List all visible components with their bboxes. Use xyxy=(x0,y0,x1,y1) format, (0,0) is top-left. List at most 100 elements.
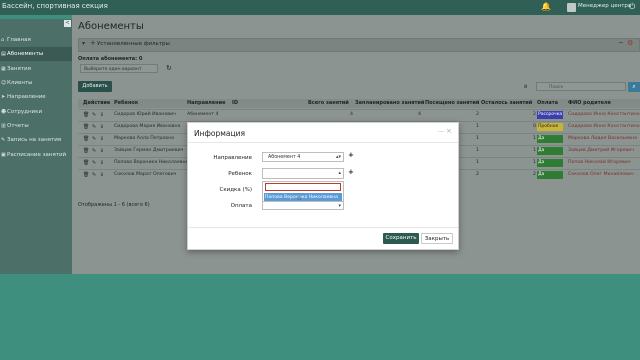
edit-icon[interactable]: ✎ xyxy=(92,124,96,130)
visited-cell: 1 xyxy=(476,136,479,141)
sidebar-item-6[interactable]: ☻ Сотрудники xyxy=(0,105,72,119)
save-button[interactable]: Сохранить xyxy=(383,233,419,244)
add-direction-icon[interactable]: + xyxy=(348,151,354,159)
column-header[interactable]: Осталось занятий xyxy=(481,99,532,108)
column-header[interactable]: Ребенок xyxy=(114,99,138,108)
child-name: Маркова Алла Петровна xyxy=(114,136,174,141)
child-dropdown: Попова Вероника Николаевна xyxy=(262,181,344,203)
column-header[interactable]: Посещено занятий xyxy=(425,99,479,108)
sidebar-item-label: Главная xyxy=(7,37,31,43)
logout-icon[interactable]: ⏻ xyxy=(629,2,635,12)
child-select[interactable]: ▴ xyxy=(262,168,344,179)
sidebar-item-2[interactable]: ▤ Абонементы xyxy=(0,47,72,61)
payment-select[interactable]: ▾ xyxy=(262,201,344,210)
left-cell: 2 xyxy=(533,112,536,117)
direction-icon: ➤ xyxy=(1,94,6,100)
trash-icon[interactable]: 🗑 xyxy=(83,112,89,118)
edit-icon[interactable]: ✎ xyxy=(92,136,96,142)
user-name[interactable]: Менеджер центра xyxy=(578,3,631,9)
edit-icon[interactable]: ✎ xyxy=(92,172,96,178)
child-name: Сидорова Мария Ивановна xyxy=(114,124,181,129)
payment-badge: Рассрочка xyxy=(537,111,563,119)
close-icon[interactable]: × xyxy=(446,127,452,135)
visited-cell: 1 xyxy=(476,124,479,129)
sidebar-item-9[interactable]: ▣ Расписание занятий xyxy=(0,148,72,162)
parent-name[interactable]: Попов Николай Игоревич xyxy=(568,160,631,165)
info-modal: Информация — × Направление Абонемент 4 ▴… xyxy=(187,122,459,250)
visited-cell: 1 xyxy=(476,160,479,165)
close-button[interactable]: Закрыть xyxy=(421,233,453,244)
table-row[interactable]: 🗑 ✎ ℹ Сидоров Юрий Иванович Абонемент 44422Р… xyxy=(78,109,640,121)
add-button[interactable]: Добавить xyxy=(78,81,112,92)
trash-icon[interactable]: 🗑 xyxy=(83,124,89,130)
modal-title: Информация xyxy=(194,129,246,138)
parent-name[interactable]: Маркова Лидия Васильевна xyxy=(568,136,637,141)
column-header[interactable]: Действие xyxy=(83,99,110,108)
parent-name[interactable]: Соколов Олег Михайлович xyxy=(568,172,634,177)
edit-icon[interactable]: ✎ xyxy=(92,148,96,154)
plus-icon[interactable]: + xyxy=(90,39,96,47)
search-input[interactable]: Поиск xyxy=(536,82,626,91)
info-icon[interactable]: ℹ xyxy=(101,160,103,166)
bell-icon[interactable]: 🔔 xyxy=(541,2,551,11)
column-header[interactable]: Направление xyxy=(187,99,226,108)
add-child-icon[interactable]: + xyxy=(348,168,354,176)
column-header[interactable]: Всего занятий xyxy=(308,99,349,108)
trash-icon[interactable]: 🗑 xyxy=(83,160,89,166)
sidebar-toggle-icon[interactable]: < xyxy=(64,20,71,27)
trash-icon[interactable]: 🗑 xyxy=(83,136,89,142)
parent-name[interactable]: Зайцев Дмитрий Игоревич xyxy=(568,148,634,153)
sidebar-item-8[interactable]: ✎ Запись на занятия xyxy=(0,133,72,147)
column-header[interactable]: Оплата xyxy=(537,99,558,108)
home-icon: ⌂ xyxy=(1,37,5,43)
chevron-down-icon[interactable]: ▾ xyxy=(82,40,85,47)
search-label: й xyxy=(524,84,528,90)
edit-icon[interactable]: ✎ xyxy=(92,160,96,166)
discount-label: Скидка (%) xyxy=(219,187,253,193)
sidebar-item-label: Запись на занятия xyxy=(7,137,62,143)
payment-filter-select[interactable]: Выберите один вариант xyxy=(80,64,158,73)
left-cell: 0 xyxy=(533,124,536,129)
dropdown-search-input[interactable] xyxy=(265,183,341,191)
parent-name[interactable]: Сидорова Инна Константиновна xyxy=(568,124,640,129)
column-header[interactable]: Запланировано занятий xyxy=(355,99,424,108)
filters-panel[interactable]: ▾ + Установленные фильтры − ⚙ xyxy=(78,38,640,52)
sidebar-item-label: Занятия xyxy=(7,66,31,72)
info-icon[interactable]: ℹ xyxy=(101,124,103,130)
visited-cell: 2 xyxy=(476,172,479,177)
reports-icon: ▥ xyxy=(1,123,6,129)
total-cell: 4 xyxy=(350,112,353,117)
refresh-icon[interactable]: ↻ xyxy=(166,64,172,72)
trash-icon[interactable]: 🗑 xyxy=(83,148,89,154)
ticket-icon: ▤ xyxy=(1,51,6,57)
sidebar-item-3[interactable]: ▦ Занятия xyxy=(0,62,72,76)
minimize-icon[interactable]: — xyxy=(438,128,444,135)
planned-cell: 4 xyxy=(418,112,421,117)
sidebar-item-5[interactable]: ➤ Направление xyxy=(0,90,72,104)
mouse-cursor-icon: ☝ xyxy=(297,194,302,202)
sidebar-item-1[interactable]: ⌂ Главная xyxy=(0,33,72,47)
search-icon[interactable]: ⌕ xyxy=(628,82,640,92)
column-header[interactable]: ID xyxy=(232,99,238,108)
info-icon[interactable]: ℹ xyxy=(101,136,103,142)
direction-select[interactable]: Абонемент 4 ▴▾ xyxy=(262,152,344,162)
avatar[interactable] xyxy=(567,3,576,12)
edit-icon[interactable]: ✎ xyxy=(92,112,96,118)
info-icon[interactable]: ℹ xyxy=(101,148,103,154)
top-bar: Бассейн, спортивная секция 🔔 Менеджер це… xyxy=(0,0,640,15)
info-icon[interactable]: ℹ xyxy=(101,172,103,178)
sidebar-item-label: Абонементы xyxy=(7,51,44,57)
staff-icon: ☻ xyxy=(1,109,7,115)
left-cell: 1 xyxy=(533,148,536,153)
parent-name[interactable]: Сидорова Инна Константиновна xyxy=(568,112,640,117)
trash-icon[interactable]: 🗑 xyxy=(83,172,89,178)
payment-label: Оплата xyxy=(230,203,252,209)
column-header[interactable]: ФИО родителя xyxy=(568,99,611,108)
info-icon[interactable]: ℹ xyxy=(101,112,103,118)
child-name: Соколов Марат Олегович xyxy=(114,172,177,177)
minus-icon[interactable]: − xyxy=(618,39,624,47)
gear-icon[interactable]: ⚙ xyxy=(627,39,633,47)
sidebar-item-4[interactable]: ☺ Клиенты xyxy=(0,76,72,90)
payment-badge: Да xyxy=(537,159,563,167)
sidebar-item-7[interactable]: ▥ Отчеты xyxy=(0,119,72,133)
